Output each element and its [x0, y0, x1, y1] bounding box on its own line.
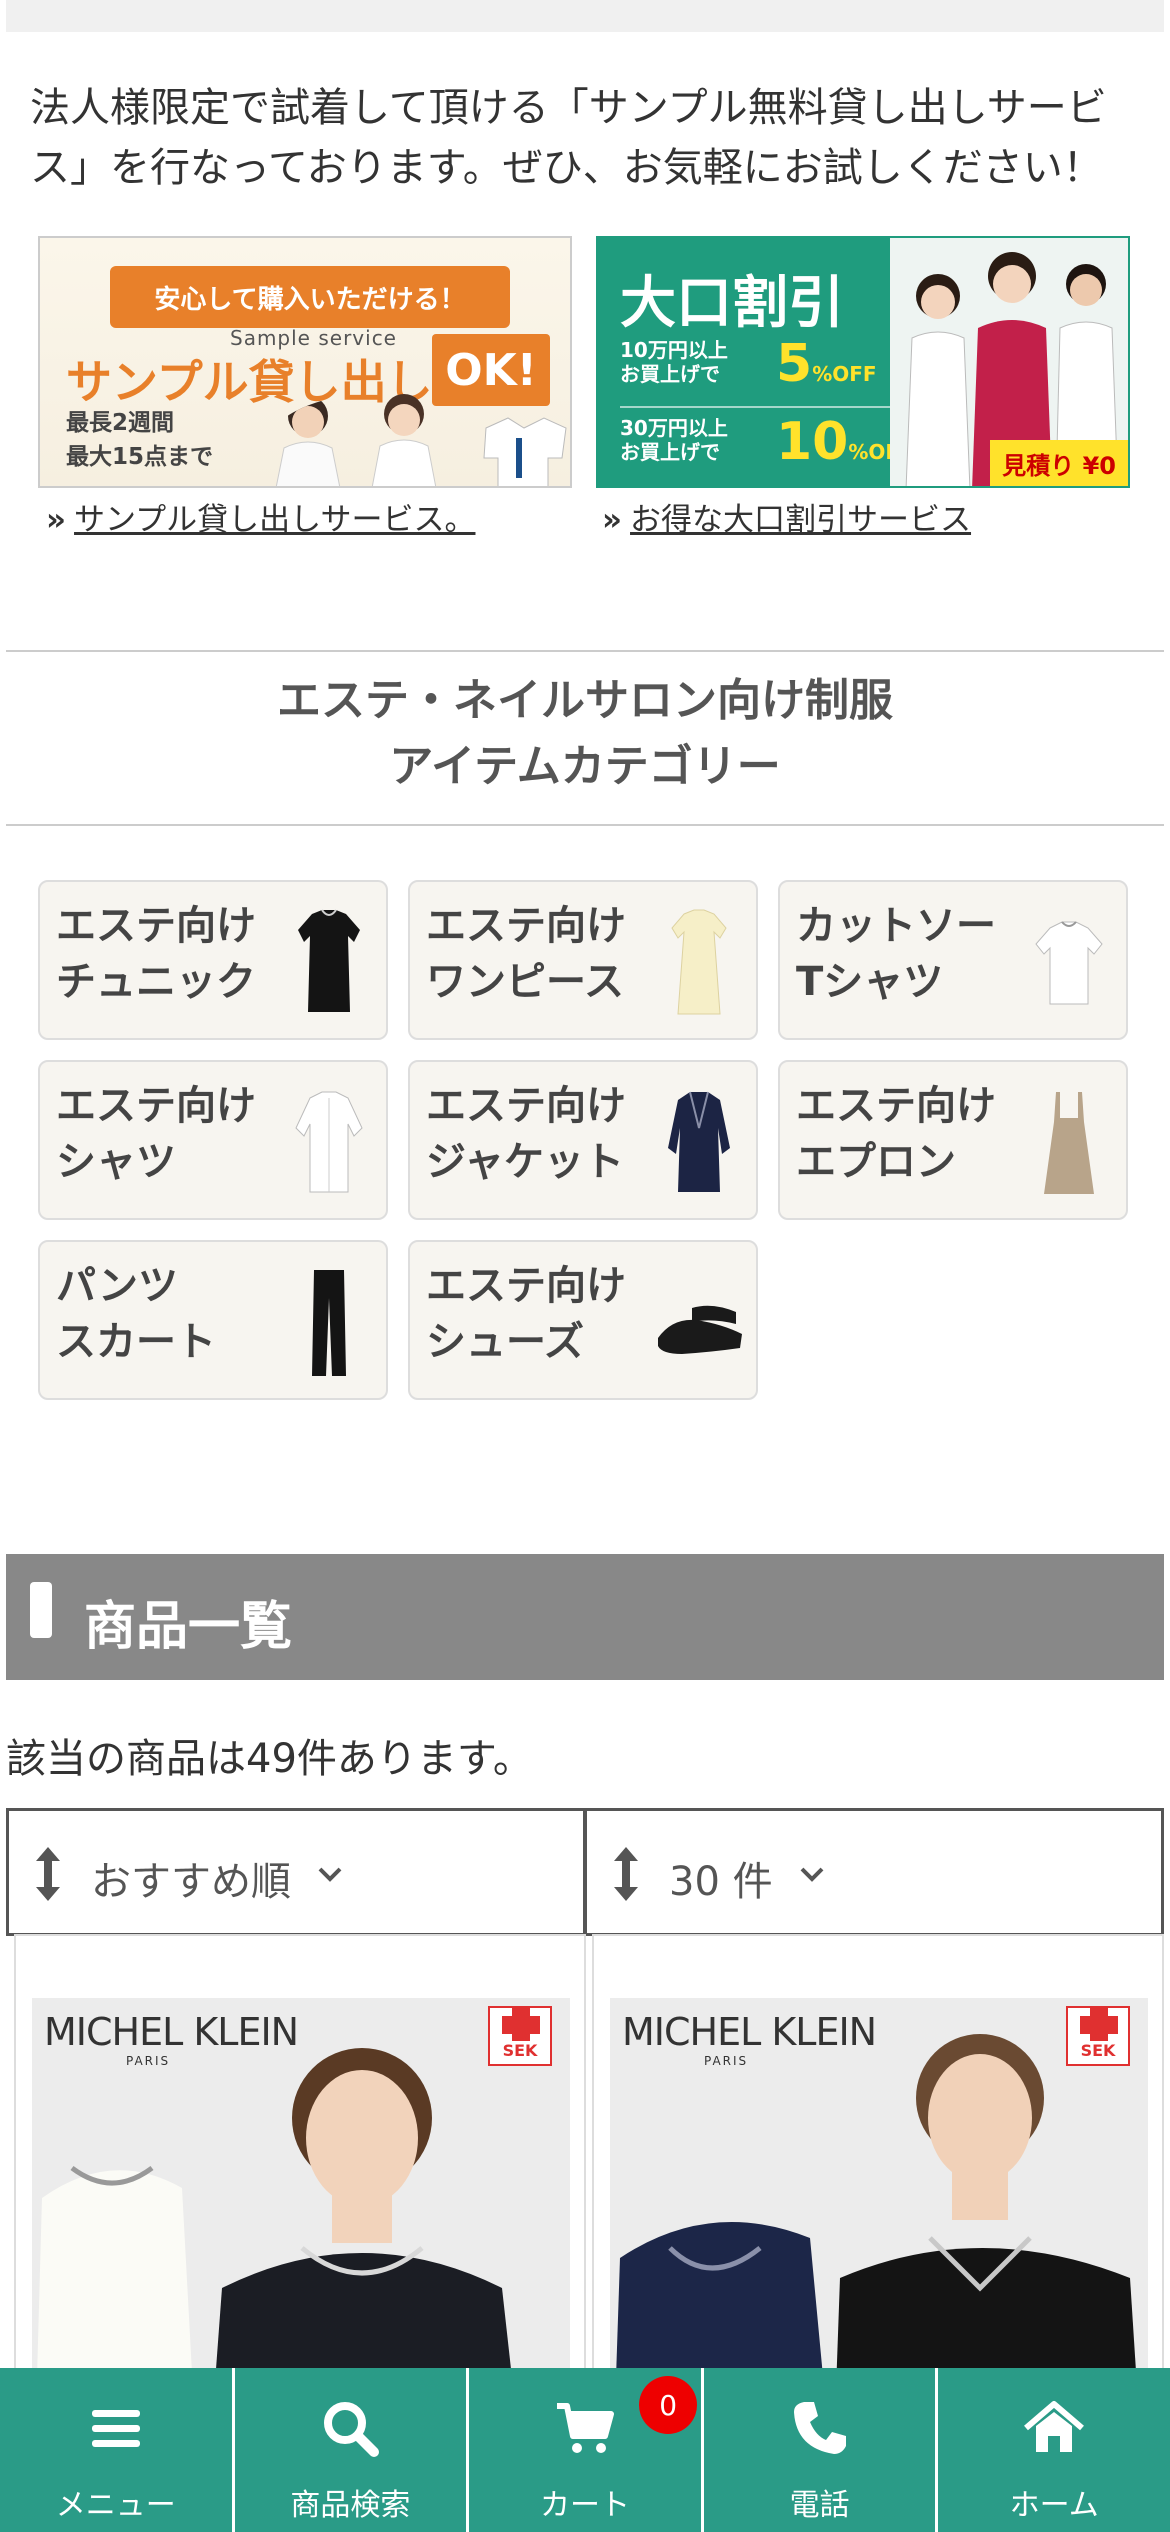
category-tile-apron[interactable]: エステ向け エプロン — [778, 1060, 1128, 1220]
category-heading: エステ・ネイルサロン向け制服 アイテムカテゴリー — [277, 675, 893, 792]
sek-badge: SEK — [488, 2006, 552, 2066]
divider — [6, 650, 1164, 652]
white-shirt-icon — [295, 1091, 363, 1193]
category-tile-tunic[interactable]: エステ向け チュニック — [38, 880, 388, 1040]
nav-label: ホーム — [1009, 2488, 1099, 2523]
discount-condition-2: 30万円以上 お買上げで — [620, 416, 728, 464]
banner-ribbon: 安心して購入いただける！ — [110, 266, 510, 328]
hamburger-menu-icon — [91, 2410, 140, 2447]
banner-period-line2: 最大15点まで — [66, 444, 214, 470]
nav-cart-button[interactable]: 0 カート — [469, 2368, 704, 2532]
cream-dress-icon — [671, 909, 727, 1015]
navy-jacket-icon — [668, 1091, 730, 1192]
nav-home-button[interactable]: ホーム — [938, 2368, 1170, 2532]
cart-count-badge: 0 — [639, 2376, 698, 2434]
category-tile-jacket[interactable]: エステ向け ジャケット — [408, 1060, 758, 1220]
staff-models-illustration — [275, 394, 567, 486]
nav-label: メニュー — [55, 2488, 176, 2523]
discount-condition-1: 10万円以上 お買上げで — [620, 338, 728, 386]
category-label: エステ向け ワンピース — [426, 903, 626, 1005]
banner-period-line1: 最長2週間 — [66, 410, 175, 436]
previous-section-header — [6, 0, 1164, 32]
product-list-header: 商品一覧 — [6, 1554, 1164, 1680]
chevron-down-icon — [318, 1867, 342, 1882]
estimate-badge: 見積り ¥0 — [990, 440, 1128, 486]
category-tile-shirt[interactable]: エステ向け シャツ — [38, 1060, 388, 1220]
sample-service-intro: 法人様限定で試着して頂ける「サンプル無料貸し出しサービス」を行なっております。ぜ… — [30, 85, 1107, 191]
category-label: エステ向け ジャケット — [426, 1083, 626, 1185]
sort-order-value: おすすめ順 — [91, 1859, 291, 1905]
home-icon — [1024, 2401, 1085, 2452]
banner-divider — [620, 406, 890, 408]
category-tile-tshirt[interactable]: カットソー Tシャツ — [778, 880, 1128, 1040]
nav-phone-button[interactable]: 電話 — [704, 2368, 939, 2532]
category-label: エステ向け エプロン — [796, 1083, 996, 1185]
sample-service-link[interactable]: » サンプル貸し出しサービス。 — [46, 494, 475, 539]
result-count: 該当の商品は49件あります。 — [6, 1736, 533, 1782]
shopping-cart-icon — [556, 2403, 614, 2453]
search-icon — [324, 2402, 380, 2457]
sample-service-banner[interactable]: 安心して購入いただける！ Sample service サンプル貸し出し OK!… — [38, 236, 572, 488]
nav-label: 商品検索 — [290, 2488, 411, 2523]
sort-order-select[interactable]: おすすめ順 — [6, 1808, 586, 1936]
brand-logo: MICHEL KLEIN — [44, 2010, 299, 2054]
nav-search-button[interactable]: 商品検索 — [235, 2368, 470, 2532]
bottom-nav-bar: メニュー 商品検索 0 カート 電話 ホーム — [0, 2368, 1170, 2532]
double-chevron-right-icon: » — [602, 502, 623, 538]
nav-menu-button[interactable]: メニュー — [0, 2368, 235, 2532]
sek-badge: SEK — [1066, 2006, 1130, 2066]
black-sandals-icon — [658, 1305, 742, 1354]
brand-logo-sub: PARIS — [704, 2054, 749, 2068]
phone-icon — [793, 2402, 846, 2454]
category-label: エステ向け チュニック — [56, 903, 256, 1005]
category-tile-pants[interactable]: パンツ スカート — [38, 1240, 388, 1400]
per-page-value: 30 件 — [669, 1859, 773, 1905]
black-tunic-icon — [298, 909, 360, 1012]
white-tshirt-icon — [1035, 921, 1103, 1005]
double-chevron-right-icon: » — [46, 502, 67, 538]
chevron-down-icon — [800, 1867, 824, 1882]
nav-label: カート — [539, 2488, 630, 2523]
brand-logo: MICHEL KLEIN — [622, 2010, 877, 2054]
nav-label: 電話 — [789, 2488, 850, 2523]
category-label: カットソー Tシャツ — [796, 903, 996, 1005]
category-tile-dress[interactable]: エステ向け ワンピース — [408, 880, 758, 1040]
bulk-discount-title: 大口割引 — [620, 271, 844, 336]
bulk-discount-banner[interactable]: 大口割引 10万円以上 お買上げで 5%OFF 30万円以上 お買上げで 10%… — [596, 236, 1130, 488]
product-list-title: 商品一覧 — [84, 1597, 293, 1657]
category-label: パンツ スカート — [56, 1263, 216, 1365]
divider — [6, 824, 1164, 826]
banner-period: 最長2週間 最大15点まで — [66, 406, 213, 474]
header-accent — [30, 1582, 52, 1638]
sort-arrows-icon — [36, 1847, 60, 1901]
discount-rate-1: 5%OFF — [776, 334, 877, 394]
category-tile-shoes[interactable]: エステ向け シューズ — [408, 1240, 758, 1400]
brand-logo-sub: PARIS — [126, 2054, 171, 2068]
category-label: エステ向け シューズ — [426, 1263, 626, 1365]
black-pants-icon — [312, 1270, 346, 1376]
sort-arrows-icon — [614, 1847, 638, 1901]
bulk-discount-link[interactable]: » お得な大口割引サービス — [602, 494, 971, 539]
per-page-select[interactable]: 30 件 — [584, 1808, 1164, 1936]
beige-apron-icon — [1044, 1092, 1094, 1194]
category-label: エステ向け シャツ — [56, 1083, 256, 1185]
